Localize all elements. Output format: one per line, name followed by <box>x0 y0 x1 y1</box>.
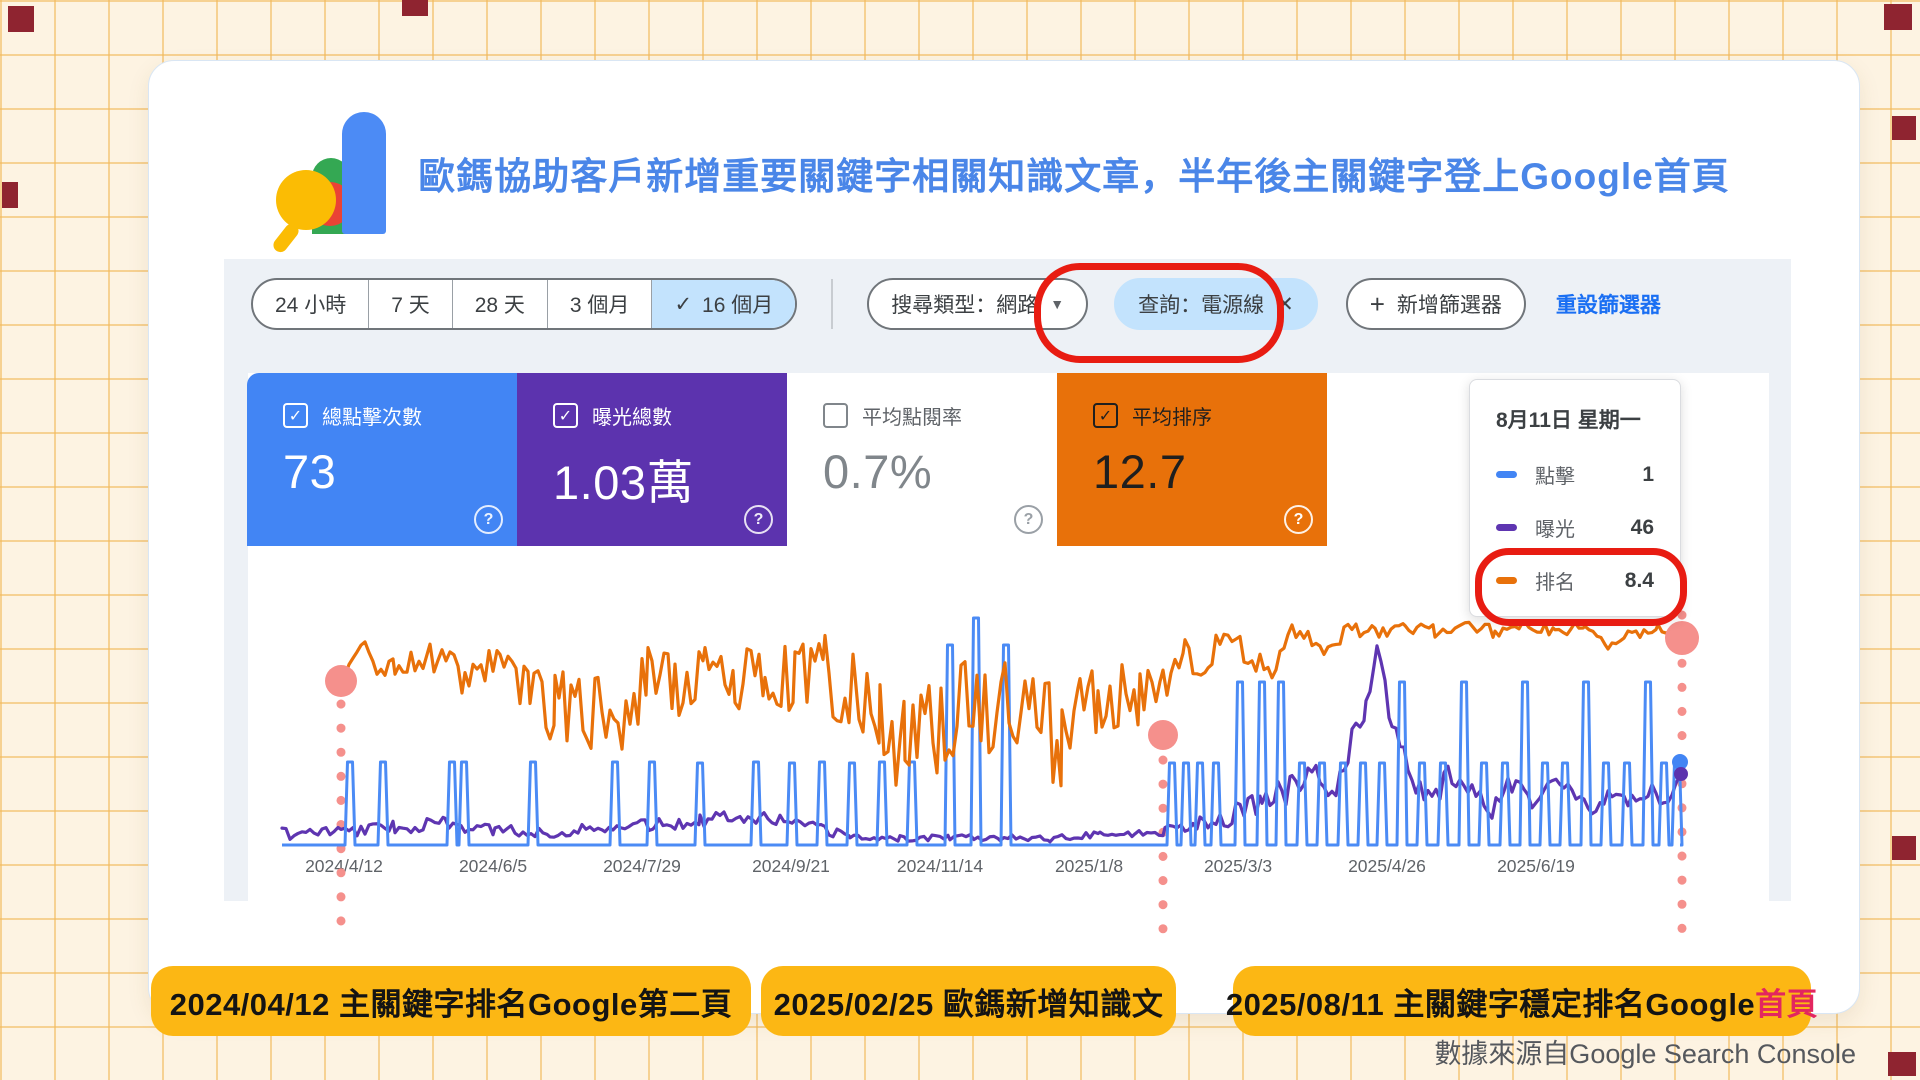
range-7d[interactable]: 7 天 <box>368 280 452 328</box>
tooltip-row-position: 排名 8.4 <box>1470 554 1680 607</box>
x-tick-label: 2024/7/29 <box>562 856 722 877</box>
clicks-dash-icon <box>1496 471 1517 478</box>
check-icon: ✓ <box>674 292 692 317</box>
close-icon[interactable]: ✕ <box>1276 292 1294 317</box>
metric-card-ctr[interactable]: 平均點閱率 0.7% ? <box>787 373 1057 546</box>
tooltip-row-clicks: 點擊 1 <box>1470 448 1680 501</box>
data-source-note: 數據來源自Google Search Console <box>1434 1032 1856 1071</box>
help-icon[interactable]: ? <box>744 505 773 534</box>
search-type-dropdown[interactable]: 搜尋類型：網路 ▼ <box>867 278 1088 330</box>
range-16mo-selected[interactable]: ✓ 16 個月 <box>651 280 795 328</box>
filter-bar: 24 小時 7 天 28 天 3 個月 ✓ 16 個月 搜尋類型：網路 ▼ 查詢 <box>251 279 1661 329</box>
deco-square <box>1888 1052 1916 1076</box>
date-range-group: 24 小時 7 天 28 天 3 個月 ✓ 16 個月 <box>251 278 797 330</box>
metric-value: 73 <box>283 444 517 499</box>
deco-square <box>2 182 18 208</box>
x-tick-label: 2025/6/19 <box>1456 856 1616 877</box>
page-title: 歐鎷協助客戶新增重要關鍵字相關知識文章，半年後主關鍵字登上Google首頁 <box>418 146 1729 200</box>
help-icon[interactable]: ? <box>474 505 503 534</box>
add-filter-button[interactable]: + 新增篩選器 <box>1346 278 1526 330</box>
annotation-pill-3: 2025/08/11 主關鍵字穩定排名Google首頁 <box>1233 966 1811 1036</box>
deco-square <box>402 0 428 16</box>
range-24h[interactable]: 24 小時 <box>253 280 368 328</box>
help-icon[interactable]: ? <box>1014 505 1043 534</box>
x-axis-labels: 2024/4/122024/6/52024/7/292024/9/212024/… <box>0 856 1920 886</box>
chart-tooltip: 8月11日 星期一 點擊 1 曝光 46 排名 8.4 <box>1469 379 1681 617</box>
plus-icon: + <box>1370 289 1385 320</box>
metric-card-clicks[interactable]: ✓ 總點擊次數 73 ? <box>247 373 517 546</box>
deco-square <box>1884 4 1912 30</box>
annotation-pill-1: 2024/04/12 主關鍵字排名Google第二頁 <box>151 966 751 1036</box>
range-3mo[interactable]: 3 個月 <box>547 280 652 328</box>
query-filter-chip[interactable]: 查詢：電源線 ✕ <box>1114 278 1318 330</box>
metric-card-impressions[interactable]: ✓ 曝光總數 1.03萬 ? <box>517 373 787 546</box>
impressions-dash-icon <box>1496 524 1517 531</box>
gsc-panel: 24 小時 7 天 28 天 3 個月 ✓ 16 個月 搜尋類型：網路 ▼ 查詢 <box>224 259 1791 901</box>
header: 歐鎷協助客戶新增重要關鍵字相關知識文章，半年後主關鍵字登上Google首頁 <box>149 93 1859 253</box>
range-28d[interactable]: 28 天 <box>452 280 547 328</box>
metric-value: 0.7% <box>823 444 1057 499</box>
checkbox-unchecked-icon[interactable] <box>823 403 848 428</box>
chevron-down-icon: ▼ <box>1050 296 1064 312</box>
checkbox-checked-icon[interactable]: ✓ <box>553 403 578 428</box>
tooltip-row-impressions: 曝光 46 <box>1470 501 1680 554</box>
slide-background: 歐鎷協助客戶新增重要關鍵字相關知識文章，半年後主關鍵字登上Google首頁 24… <box>0 0 1920 1080</box>
x-tick-label: 2024/4/12 <box>264 856 424 877</box>
checkbox-checked-icon[interactable]: ✓ <box>283 403 308 428</box>
x-tick-label: 2025/3/3 <box>1158 856 1318 877</box>
tooltip-date: 8月11日 星期一 <box>1496 404 1680 434</box>
x-tick-label: 2025/4/26 <box>1307 856 1467 877</box>
metric-value: 12.7 <box>1093 444 1327 499</box>
annotation-pill-2: 2025/02/25 歐鎷新增知識文 <box>761 966 1176 1036</box>
google-search-console-logo-icon <box>278 108 390 238</box>
checkbox-checked-icon[interactable]: ✓ <box>1093 403 1118 428</box>
position-dash-icon <box>1496 577 1517 584</box>
x-tick-label: 2025/1/8 <box>1009 856 1169 877</box>
metric-value: 1.03萬 <box>553 444 787 513</box>
deco-square <box>8 6 34 32</box>
help-icon[interactable]: ? <box>1284 505 1313 534</box>
metric-card-position[interactable]: ✓ 平均排序 12.7 ? <box>1057 373 1327 546</box>
x-tick-label: 2024/9/21 <box>711 856 871 877</box>
deco-square <box>1892 116 1916 140</box>
divider <box>831 279 833 329</box>
x-tick-label: 2024/11/14 <box>860 856 1020 877</box>
x-tick-label: 2024/6/5 <box>413 856 573 877</box>
reset-filters-link[interactable]: 重設篩選器 <box>1556 289 1661 319</box>
